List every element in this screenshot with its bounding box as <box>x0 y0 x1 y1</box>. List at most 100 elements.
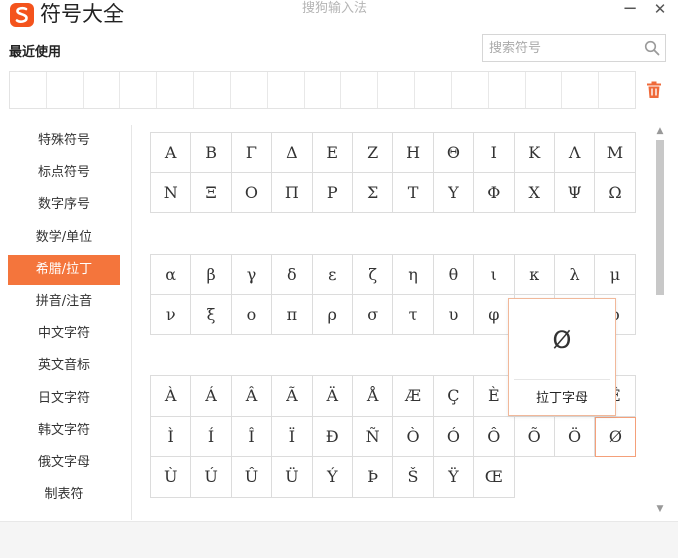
symbol-cell[interactable]: ν <box>151 295 192 335</box>
category-item[interactable]: 中文字符 <box>8 319 120 349</box>
category-item[interactable]: 英文音标 <box>8 351 120 381</box>
minimize-button[interactable]: − <box>619 0 641 20</box>
symbol-cell[interactable]: ε <box>312 255 353 295</box>
symbol-cell[interactable]: Υ <box>433 173 475 213</box>
symbol-cell[interactable]: Ν <box>151 173 192 213</box>
symbol-cell[interactable]: Ã <box>272 376 313 417</box>
scroll-thumb[interactable] <box>656 140 664 295</box>
recent-symbol-slot[interactable] <box>526 72 563 108</box>
symbol-cell[interactable]: γ <box>231 255 273 295</box>
category-item[interactable]: 日文字符 <box>8 384 120 414</box>
symbol-cell[interactable]: Ζ <box>352 133 394 173</box>
scroll-up-arrow-icon[interactable]: ▲ <box>654 125 666 137</box>
recent-symbol-slot[interactable] <box>231 72 268 108</box>
vertical-scrollbar[interactable]: ▲ ▼ <box>654 125 666 515</box>
search-icon[interactable] <box>644 40 660 56</box>
recent-symbol-slot[interactable] <box>452 72 489 108</box>
symbol-cell[interactable]: λ <box>554 255 596 295</box>
category-item[interactable]: 数字序号 <box>8 190 120 220</box>
scroll-down-arrow-icon[interactable]: ▼ <box>654 503 666 515</box>
symbol-cell[interactable]: Σ <box>352 173 394 213</box>
recent-symbol-slot[interactable] <box>120 72 158 108</box>
category-item[interactable]: 制表符 <box>8 480 120 510</box>
symbol-cell[interactable]: Á <box>191 376 232 417</box>
recent-symbol-slot[interactable] <box>305 72 342 108</box>
symbol-cell[interactable]: Μ <box>595 133 636 173</box>
symbol-cell[interactable]: Û <box>231 457 273 498</box>
recent-symbol-slot[interactable] <box>341 72 379 108</box>
symbol-cell[interactable]: ι <box>474 255 515 295</box>
category-item[interactable]: 俄文字母 <box>8 448 120 478</box>
symbol-cell[interactable]: Φ <box>474 173 515 213</box>
symbol-cell[interactable]: μ <box>595 255 636 295</box>
symbol-cell[interactable]: Θ <box>433 133 475 173</box>
symbol-cell[interactable]: Δ <box>272 133 313 173</box>
symbol-cell[interactable]: Ó <box>433 416 475 457</box>
symbol-cell[interactable]: Ç <box>433 376 475 417</box>
symbol-cell[interactable]: Ψ <box>554 173 596 213</box>
category-item[interactable]: 韩文字符 <box>8 416 120 446</box>
symbol-cell[interactable]: Ñ <box>352 416 394 457</box>
recent-symbol-slot[interactable] <box>562 72 600 108</box>
symbol-cell[interactable]: Λ <box>554 133 596 173</box>
symbol-cell[interactable]: Ï <box>272 416 313 457</box>
symbol-cell[interactable]: Χ <box>514 173 555 213</box>
symbol-cell[interactable]: Ð <box>312 416 353 457</box>
symbol-cell[interactable]: À <box>151 376 192 417</box>
symbol-cell[interactable]: Ô <box>474 416 515 457</box>
search-input[interactable] <box>489 39 639 57</box>
symbol-cell[interactable]: υ <box>433 295 475 335</box>
symbol-cell[interactable]: Í <box>191 416 232 457</box>
symbol-cell[interactable]: Ö <box>554 416 596 457</box>
symbol-cell[interactable]: Ÿ <box>433 457 475 498</box>
recent-symbol-slot[interactable] <box>84 72 121 108</box>
symbol-cell[interactable]: Ι <box>474 133 515 173</box>
recent-symbol-slot[interactable] <box>157 72 195 108</box>
symbol-cell[interactable]: Ε <box>312 133 353 173</box>
symbol-cell[interactable]: Π <box>272 173 313 213</box>
symbol-cell[interactable]: π <box>272 295 313 335</box>
symbol-cell[interactable]: Ú <box>191 457 232 498</box>
trash-icon[interactable] <box>646 81 662 99</box>
symbol-cell[interactable]: Î <box>231 416 273 457</box>
symbol-cell[interactable]: Β <box>191 133 232 173</box>
symbol-cell[interactable]: Ý <box>312 457 353 498</box>
symbol-cell[interactable]: Ù <box>151 457 192 498</box>
recent-symbol-slot[interactable] <box>194 72 231 108</box>
symbol-cell[interactable]: Õ <box>514 416 555 457</box>
symbol-cell[interactable]: η <box>393 255 434 295</box>
symbol-cell[interactable]: Š <box>393 457 434 498</box>
symbol-cell[interactable]: Γ <box>231 133 273 173</box>
symbol-cell[interactable]: σ <box>352 295 394 335</box>
recent-symbol-slot[interactable] <box>47 72 84 108</box>
recent-symbol-slot[interactable] <box>10 72 47 108</box>
close-button[interactable]: ✕ <box>649 0 671 20</box>
symbol-cell[interactable]: Ä <box>312 376 353 417</box>
symbol-cell[interactable]: Ø <box>595 416 636 457</box>
symbol-cell[interactable]: Ο <box>231 173 273 213</box>
symbol-cell[interactable]: Α <box>151 133 192 173</box>
symbol-cell[interactable]: Å <box>352 376 394 417</box>
symbol-cell[interactable]: Ü <box>272 457 313 498</box>
category-item[interactable]: 数学/单位 <box>8 223 120 253</box>
recent-symbol-slot[interactable] <box>415 72 452 108</box>
recent-symbol-slot[interactable] <box>268 72 305 108</box>
symbol-cell[interactable]: θ <box>433 255 475 295</box>
symbol-cell[interactable]: Ò <box>393 416 434 457</box>
symbol-cell[interactable]: Œ <box>474 457 515 498</box>
category-item[interactable]: 标点符号 <box>8 158 120 188</box>
category-item[interactable]: 特殊符号 <box>8 126 120 156</box>
symbol-cell[interactable]: Â <box>231 376 273 417</box>
symbol-cell[interactable]: Ξ <box>191 173 232 213</box>
symbol-cell[interactable]: β <box>191 255 232 295</box>
category-item[interactable]: 希腊/拉丁 <box>8 254 120 285</box>
symbol-cell[interactable]: ξ <box>191 295 232 335</box>
symbol-cell[interactable]: Η <box>393 133 434 173</box>
symbol-cell[interactable]: Æ <box>393 376 434 417</box>
symbol-cell[interactable]: ο <box>231 295 273 335</box>
symbol-cell[interactable]: ζ <box>352 255 394 295</box>
symbol-cell[interactable]: Ì <box>151 416 192 457</box>
recent-symbol-slot[interactable] <box>599 72 635 108</box>
category-item[interactable]: 拼音/注音 <box>8 287 120 317</box>
symbol-cell[interactable]: Κ <box>514 133 555 173</box>
